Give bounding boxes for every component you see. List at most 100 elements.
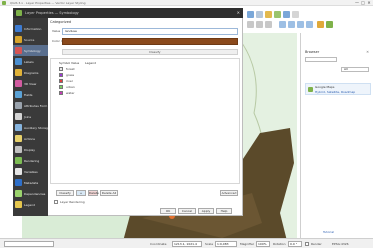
sidebar-item-display[interactable]: Display	[13, 144, 48, 155]
sidebar-item-diagrams[interactable]: Diagrams	[13, 67, 48, 78]
classify-strip-text: Classify	[149, 50, 161, 54]
settings-icon[interactable]	[292, 11, 299, 18]
render-checkbox[interactable]	[305, 242, 309, 246]
sidebar-item-symbology[interactable]: Symbology	[13, 45, 48, 56]
classify-button[interactable]: Classify	[56, 190, 74, 196]
actions-icon	[15, 135, 22, 142]
coordinate-value[interactable]: 1213.1, 1021.4	[172, 241, 202, 247]
sidebar-item-variables[interactable]: Variables	[13, 166, 48, 177]
list-item[interactable]: forest	[59, 67, 119, 72]
help-button[interactable]: Help	[216, 208, 232, 214]
column-header-symbol: Symbol	[59, 61, 71, 65]
color-ramp-button[interactable]	[62, 38, 238, 45]
renderer-type-label[interactable]: Categorized	[50, 20, 71, 24]
sidebar-item-rendering[interactable]: Rendering	[13, 155, 48, 166]
joins-icon	[15, 113, 22, 120]
variables-icon	[15, 168, 22, 175]
delete-all-button[interactable]: Delete All	[100, 190, 118, 196]
main-toolbar	[245, 9, 373, 31]
category-list[interactable]: Symbol Value Legend forest grass river u…	[50, 58, 240, 184]
symbol-swatch[interactable]	[59, 67, 63, 71]
rotation-label: Rotation	[273, 242, 286, 246]
zoom-full-icon[interactable]	[265, 21, 272, 28]
sidebar-item-label: Rendering	[24, 159, 40, 163]
legend-icon	[15, 201, 22, 208]
locator-search-input[interactable]	[4, 241, 54, 247]
list-item[interactable]: river	[59, 79, 119, 84]
sidebar-item-label: Labels	[24, 60, 34, 64]
table-icon[interactable]	[256, 11, 263, 18]
maximize-icon[interactable]: □	[361, 1, 365, 5]
list-item[interactable]: water	[59, 91, 119, 96]
magnifier-label: Magnifier	[240, 242, 255, 246]
provider-list-item[interactable]: Google Maps Hybrid, Satellite, Roadmap	[305, 83, 371, 95]
refresh-icon[interactable]	[306, 21, 313, 28]
layer-rendering-checkbox[interactable]	[54, 200, 58, 204]
sidebar-item-attributes-form[interactable]: Attributes Form	[13, 100, 48, 111]
select-icon[interactable]	[283, 11, 290, 18]
list-item[interactable]: grass	[59, 73, 119, 78]
close-icon[interactable]: ✕	[367, 1, 371, 5]
sidebar-item-label: Diagrams	[24, 71, 39, 75]
display-icon	[15, 146, 22, 153]
magnifier-input[interactable]: 100%	[256, 241, 270, 247]
plugin-icon[interactable]	[326, 21, 333, 28]
sidebar-item-label: Legend	[24, 203, 36, 207]
column-header-value: Value	[71, 61, 80, 65]
sidebar-item-label: Actions	[24, 137, 35, 141]
sidebar-item-dependencies[interactable]: Dependencies	[13, 188, 48, 199]
delete-button[interactable]: Delete	[88, 190, 99, 196]
sidebar-item-label: Symbology	[24, 49, 41, 53]
symbol-swatch[interactable]	[59, 73, 63, 77]
sidebar-item-label: Auxiliary Storage	[24, 126, 50, 130]
panel-search-input[interactable]	[305, 57, 337, 62]
sidebar-item-auxiliary-storage[interactable]: Auxiliary Storage	[13, 122, 50, 133]
provider-link[interactable]: Hybrid, Satellite, Roadmap	[315, 90, 355, 94]
apply-button[interactable]: Apply	[198, 208, 214, 214]
panel-close-icon[interactable]: ✕	[366, 50, 369, 54]
bookmark-icon[interactable]	[317, 21, 324, 28]
dialog-close-icon[interactable]: ✕	[237, 10, 240, 15]
value-field-input[interactable]: landuse	[62, 28, 238, 35]
zoom-out-icon[interactable]	[256, 21, 263, 28]
category-label: river	[66, 79, 73, 83]
open-icon[interactable]	[247, 11, 254, 18]
sidebar-item-3d-view[interactable]: 3D View	[13, 78, 48, 89]
symbol-swatch[interactable]	[59, 79, 63, 83]
render-label: Render	[311, 242, 322, 246]
sidebar-item-legend[interactable]: Legend	[13, 199, 48, 210]
sidebar-item-metadata[interactable]: Metadata	[13, 177, 48, 188]
ok-button[interactable]: OK	[160, 208, 176, 214]
sidebar-item-fields[interactable]: Fields	[13, 89, 48, 100]
panel-filter-select[interactable]: All	[341, 67, 369, 72]
advanced-button[interactable]: Advanced	[220, 190, 238, 196]
sidebar-item-labels[interactable]: Labels	[13, 56, 48, 67]
rotation-input[interactable]: 0.0 °	[288, 241, 302, 247]
add-category-button[interactable]: +	[76, 190, 86, 196]
sidebar-item-joins[interactable]: Joins	[13, 111, 48, 122]
sidebar-item-information[interactable]: Information	[13, 23, 48, 34]
sidebar-item-actions[interactable]: Actions	[13, 133, 48, 144]
symbology-icon	[15, 47, 22, 54]
scale-input[interactable]: 1:9,083	[215, 241, 237, 247]
identify-icon[interactable]	[274, 11, 281, 18]
zoom-in-icon[interactable]	[247, 21, 254, 28]
list-item[interactable]: urban	[59, 85, 119, 90]
panel-title: Browser	[305, 50, 320, 54]
zoom-layer-icon[interactable]	[288, 21, 295, 28]
sidebar-item-source[interactable]: Source	[13, 34, 48, 45]
source-icon	[15, 36, 22, 43]
tutorial-link[interactable]: Tutorial	[323, 230, 334, 234]
cancel-button[interactable]: Cancel	[178, 208, 196, 214]
dialog-title: Layer Properties — Symbology	[25, 11, 79, 15]
minimize-icon[interactable]: —	[355, 1, 359, 5]
dialog-titlebar: Layer Properties — Symbology ✕	[13, 8, 243, 18]
symbol-swatch[interactable]	[59, 91, 63, 95]
sidebar-item-label: Attributes Form	[24, 104, 48, 108]
zoom-selection-icon[interactable]	[297, 21, 304, 28]
crs-label[interactable]: EPSG:4326	[332, 242, 349, 246]
pan-icon[interactable]	[279, 21, 286, 28]
app-title: QGIS 3.x · Layer Properties — Vector Lay…	[10, 1, 86, 5]
symbol-swatch[interactable]	[59, 85, 63, 89]
measure-icon[interactable]	[265, 11, 272, 18]
